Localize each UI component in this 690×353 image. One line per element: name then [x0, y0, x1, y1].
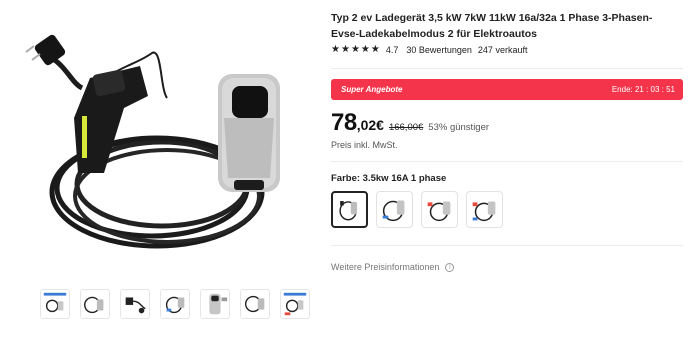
thumbnail-3[interactable]	[120, 289, 150, 319]
star-icon: ★	[340, 44, 350, 55]
variant-option-1[interactable]	[331, 191, 368, 228]
thumbnail-1[interactable]	[40, 289, 70, 319]
variant-option-3[interactable]	[421, 191, 458, 228]
price-old: 166,00€	[388, 122, 424, 133]
star-icon: ★	[370, 44, 380, 55]
deal-banner: Super Angebote Ende: 21 : 03 : 51	[331, 79, 683, 100]
price-discount: 53% günstiger	[428, 122, 490, 133]
rating-row[interactable]: ★ ★ ★ ★ ★ 4.7 30 Bewertungen 247 verkauf…	[331, 45, 528, 56]
price-row: 78 ,02€ 166,00€ 53% günstiger	[331, 109, 489, 137]
thumbnail-6[interactable]	[240, 289, 270, 319]
star-icon: ★	[350, 44, 360, 55]
variant-option-2[interactable]	[376, 191, 413, 228]
variant-label: Farbe: 3.5kw 16A 1 phase	[331, 173, 447, 184]
divider	[331, 161, 683, 162]
thumbnail-7[interactable]	[280, 289, 310, 319]
price-main: 78	[331, 109, 357, 136]
deal-label: Super Angebote	[341, 85, 403, 94]
sold-count: 247 verkauft	[477, 45, 528, 55]
variant-options	[331, 191, 503, 228]
variant-option-4[interactable]	[466, 191, 503, 228]
divider	[331, 245, 683, 246]
star-icon: ★	[360, 44, 370, 55]
thumbnail-5[interactable]	[200, 289, 230, 319]
deal-countdown: Ende: 21 : 03 : 51	[611, 85, 675, 94]
price-cents: ,02€	[356, 117, 384, 133]
product-title: Typ 2 ev Ladegerät 3,5 kW 7kW 11kW 16a/3…	[331, 12, 653, 40]
info-icon: i	[445, 262, 455, 272]
thumbnail-2[interactable]	[80, 289, 110, 319]
star-icon: ★	[331, 44, 340, 55]
thumbnail-strip	[40, 289, 310, 319]
rating-stars: ★ ★ ★ ★ ★	[331, 45, 380, 55]
more-price-info-link[interactable]: Weitere Preisinformationen i	[331, 262, 455, 272]
tax-note: Preis inkl. MwSt.	[331, 140, 398, 150]
thumbnail-4[interactable]	[160, 289, 190, 319]
rating-value: 4.7	[385, 45, 399, 55]
more-info-label: Weitere Preisinformationen	[331, 262, 440, 272]
reviews-link[interactable]: 30 Bewertungen	[406, 45, 472, 55]
main-product-image[interactable]	[12, 8, 312, 270]
divider	[331, 68, 683, 69]
